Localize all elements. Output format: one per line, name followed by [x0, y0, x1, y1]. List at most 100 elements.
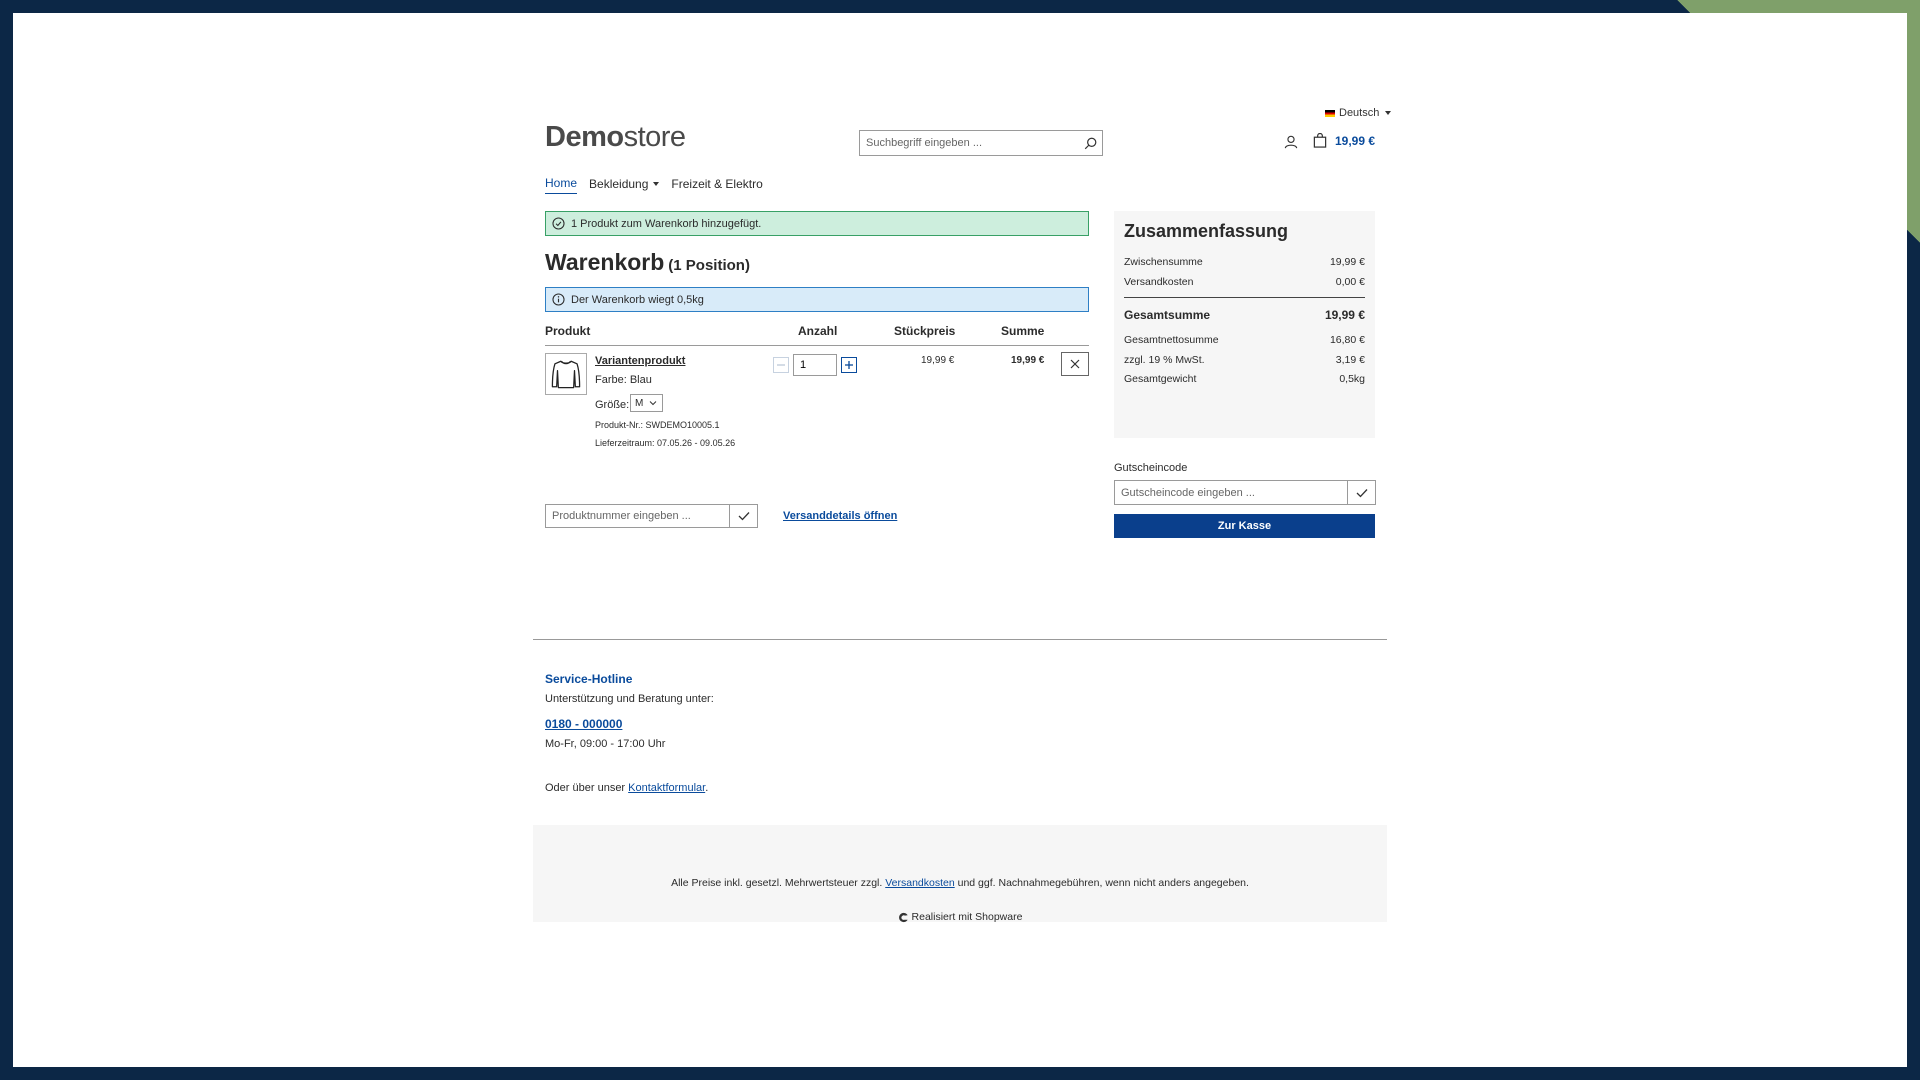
column-header-total: Summe — [1001, 324, 1045, 338]
column-header-product: Produkt — [545, 324, 591, 338]
summary-label: Gesamtgewicht — [1124, 373, 1197, 385]
info-icon — [552, 293, 565, 306]
cart-line-item: Variantenprodukt Farbe: Blau Größe: M Pr… — [545, 352, 1089, 473]
summary-row-vat: zzgl. 19 % MwSt. 3,19 € — [1124, 354, 1365, 374]
cart-title: Warenkorb — [545, 249, 665, 275]
cart-icon — [1313, 133, 1327, 148]
chevron-down-icon — [649, 401, 657, 406]
size-select[interactable]: M — [630, 394, 663, 412]
contact-text: Oder über unser Kontaktformular. — [545, 782, 708, 794]
column-header-unit-price: Stückpreis — [894, 324, 956, 338]
add-product-submit-button[interactable] — [729, 504, 758, 528]
logo-bold: Demo — [545, 121, 624, 153]
hotline-title: Service-Hotline — [545, 672, 633, 686]
info-alert-text: Der Warenkorb wiegt 0,5kg — [571, 293, 704, 306]
summary-title: Zusammenfassung — [1124, 221, 1289, 241]
vat-notice: Alle Preise inkl. gesetzl. Mehrwertsteue… — [533, 877, 1387, 889]
check-icon — [738, 512, 749, 521]
success-alert: 1 Produkt zum Warenkorb hinzugefügt. — [545, 211, 1089, 236]
store-logo[interactable]: Demostore — [545, 121, 686, 154]
summary-value: 3,19 € — [1335, 353, 1365, 366]
info-alert: Der Warenkorb wiegt 0,5kg — [545, 287, 1089, 312]
column-header-quantity: Anzahl — [798, 324, 838, 338]
summary-label: Gesamtsumme — [1124, 308, 1211, 322]
size-select-value: M — [635, 397, 644, 409]
german-flag-icon — [1325, 109, 1335, 117]
coupon-label: Gutscheincode — [1114, 462, 1188, 474]
cart-total: 19,99 € — [1335, 133, 1376, 148]
summary-row-shipping: Versandkosten 0,00 € — [1124, 276, 1365, 296]
add-product-form — [545, 504, 758, 528]
summary-value: 0,5kg — [1339, 373, 1365, 385]
hotline-subtitle: Unterstützung und Beratung unter: — [545, 693, 714, 705]
footer-divider — [533, 639, 1387, 640]
quantity-input[interactable] — [793, 354, 837, 376]
success-alert-text: 1 Produkt zum Warenkorb hinzugefügt. — [571, 217, 762, 230]
summary-label: zzgl. 19 % MwSt. — [1124, 353, 1205, 366]
product-size-label: Größe: — [595, 399, 630, 411]
remove-item-button[interactable] — [1061, 352, 1089, 376]
hotline-phone-link[interactable]: 0180 - 000000 — [545, 717, 622, 731]
search-box — [859, 130, 1103, 156]
plus-icon — [845, 361, 853, 369]
account-icon[interactable] — [1284, 135, 1300, 151]
shipping-costs-link[interactable]: Versandkosten — [885, 877, 954, 889]
product-number-input[interactable] — [545, 504, 729, 528]
checkout-button[interactable]: Zur Kasse — [1114, 514, 1375, 538]
nav-item-home[interactable]: Home — [545, 176, 578, 194]
footer-bottom: Alle Preise inkl. gesetzl. Mehrwertsteue… — [533, 825, 1387, 923]
unit-price: 19,99 € — [921, 355, 955, 366]
nav-item-freizeit-elektro[interactable]: Freizeit & Elektro — [671, 176, 762, 194]
coupon-submit-button[interactable] — [1347, 480, 1376, 505]
browser-page: Deutsch Demostore 19,99 € Home Bekleidun… — [13, 13, 1907, 1067]
hotline-hours: Mo-Fr, 09:00 - 17:00 Uhr — [545, 738, 666, 750]
product-name-link[interactable]: Variantenprodukt — [595, 355, 685, 367]
nav-label: Bekleidung — [589, 176, 649, 191]
nav-item-bekleidung[interactable]: Bekleidung — [589, 176, 660, 194]
cart-table-header: Produkt Anzahl Stückpreis Summe — [545, 323, 1089, 346]
main-navigation: Home Bekleidung Freizeit & Elektro — [545, 176, 763, 194]
search-input[interactable] — [860, 132, 1078, 154]
nav-label: Home — [545, 176, 578, 190]
increase-quantity-button[interactable] — [841, 357, 857, 373]
summary-value: 19,99 € — [1324, 308, 1365, 322]
summary-row-total: Gesamtsumme 19,99 € — [1124, 308, 1365, 334]
check-icon — [1356, 488, 1367, 497]
product-image[interactable] — [545, 353, 587, 395]
language-label: Deutsch — [1339, 107, 1380, 119]
quantity-stepper — [773, 354, 857, 376]
language-switcher[interactable]: Deutsch — [1325, 107, 1392, 119]
summary-label: Versandkosten — [1124, 275, 1194, 288]
sweater-icon — [551, 360, 581, 389]
line-total: 19,99 € — [1011, 355, 1045, 366]
powered-by[interactable]: Realisiert mit Shopware — [533, 911, 1387, 923]
close-icon — [1070, 359, 1080, 369]
shipping-details-link[interactable]: Versanddetails öffnen — [783, 510, 897, 522]
chevron-down-icon — [653, 181, 660, 186]
summary-value: 0,00 € — [1335, 275, 1365, 288]
nav-label: Freizeit & Elektro — [671, 176, 763, 191]
contact-form-link[interactable]: Kontaktformular — [628, 782, 705, 794]
chevron-down-icon — [1385, 111, 1392, 115]
summary-divider — [1124, 297, 1365, 298]
order-summary: Zusammenfassung Zwischensumme 19,99 € Ver… — [1114, 211, 1375, 438]
summary-label: Gesamtnettosumme — [1124, 334, 1219, 346]
search-icon[interactable] — [1078, 131, 1102, 155]
vat-suffix: und ggf. Nachnahmegebühren, wenn nicht a… — [954, 877, 1249, 889]
summary-row-subtotal: Zwischensumme 19,99 € — [1124, 256, 1365, 276]
check-circle-icon — [552, 217, 565, 230]
cart-position-count: (1 Position) — [668, 257, 750, 274]
coupon-form — [1114, 480, 1376, 505]
page-title: Warenkorb (1 Position) — [545, 249, 750, 276]
decrease-quantity-button[interactable] — [773, 357, 789, 373]
vat-prefix: Alle Preise inkl. gesetzl. Mehrwertsteue… — [671, 877, 886, 889]
coupon-input[interactable] — [1114, 480, 1347, 505]
summary-label: Zwischensumme — [1124, 256, 1203, 268]
cart-button[interactable]: 19,99 € — [1313, 133, 1375, 148]
summary-row-weight: Gesamtgewicht 0,5kg — [1124, 373, 1365, 393]
summary-row-net: Gesamtnettosumme 16,80 € — [1124, 334, 1365, 354]
delivery-time: Lieferzeitraum: 07.05.26 - 09.05.26 — [595, 438, 736, 448]
product-color: Farbe: Blau — [595, 374, 652, 386]
summary-value: 19,99 € — [1329, 256, 1365, 268]
minus-icon — [777, 364, 785, 366]
